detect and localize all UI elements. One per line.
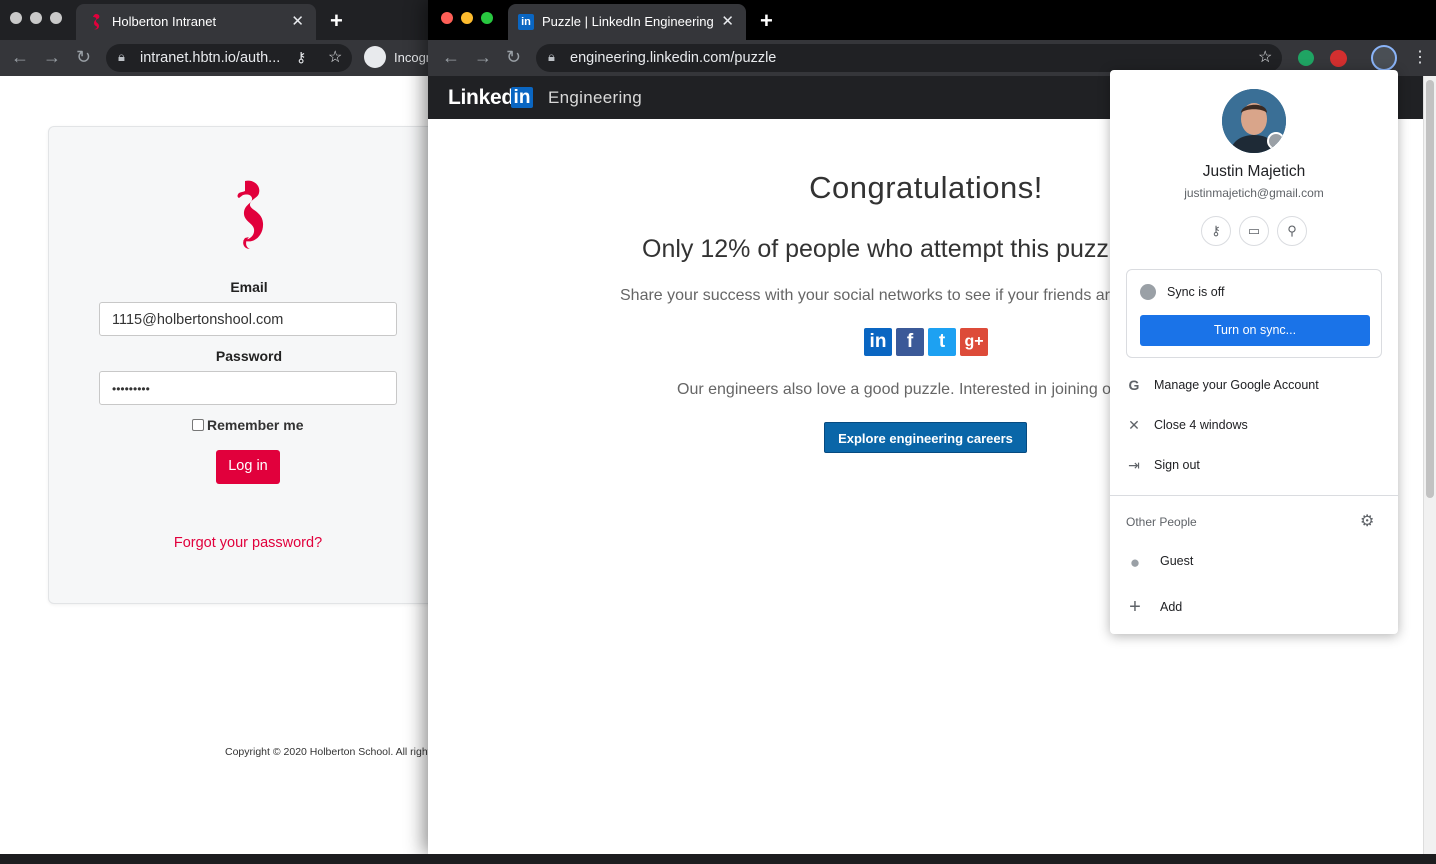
profile-email: justinmajetich@gmail.com: [1184, 186, 1324, 200]
tab-linkedin-puzzle[interactable]: in Puzzle | LinkedIn Engineering ✕: [508, 4, 746, 40]
lock-icon: 🔒︎: [118, 49, 125, 64]
add-profile-item[interactable]: + Add: [1110, 590, 1398, 626]
zoom-window-button[interactable]: [50, 12, 62, 24]
password-label: Password: [215, 348, 283, 364]
sign-out-label: Sign out: [1154, 458, 1200, 472]
desktop-dock-strip: [0, 854, 1436, 864]
checkbox-icon[interactable]: [192, 419, 204, 431]
more-menu-icon[interactable]: ⋮: [1412, 47, 1428, 67]
copyright-text: Copyright © 2020 Holberton School. All r…: [225, 746, 431, 758]
url-text: intranet.hbtn.io/auth...: [140, 50, 281, 66]
new-tab-button[interactable]: +: [760, 8, 773, 34]
sync-status-text: Sync is off: [1167, 285, 1225, 299]
puzzle-stat-subheading: Only 12% of people who attempt this puzz…: [642, 235, 1129, 263]
tab-title: Holberton Intranet: [112, 14, 217, 29]
email-label: Email: [230, 279, 268, 295]
tab-holberton-intranet[interactable]: Holberton Intranet ✕: [76, 4, 316, 40]
scrollbar-thumb[interactable]: [1426, 80, 1434, 498]
sign-out-icon: ⇥: [1128, 457, 1140, 473]
bookmark-star-icon[interactable]: ☆: [1258, 47, 1272, 67]
add-plus-icon: +: [1129, 596, 1141, 618]
tab-strip: Holberton Intranet ✕ +: [0, 0, 440, 40]
sync-off-icon: [1140, 284, 1156, 300]
facebook-share-icon[interactable]: f: [896, 328, 924, 356]
bookmark-star-icon[interactable]: ☆: [328, 47, 342, 67]
close-tab-icon[interactable]: ✕: [291, 12, 304, 30]
guest-label: Guest: [1160, 554, 1194, 568]
guest-person-icon: ●: [1129, 553, 1141, 572]
profile-avatar-button[interactable]: [1371, 45, 1397, 71]
tab-strip: in Puzzle | LinkedIn Engineering ✕ +: [428, 0, 1436, 40]
login-card: Email 1115@holbertonshool.com Password •…: [48, 126, 440, 604]
close-icon: ✕: [1128, 417, 1140, 433]
person-photo-icon: [1222, 89, 1286, 153]
profile-menu-popup: Justin Majetich justinmajetich@gmail.com…: [1110, 70, 1398, 634]
holberton-browser-window: Holberton Intranet ✕ + ← → ↻ 🔒︎ intranet…: [0, 0, 440, 864]
extension-green-icon[interactable]: [1298, 50, 1314, 66]
browser-toolbar: ← → ↻ 🔒︎ intranet.hbtn.io/auth... ⚷ ☆ In…: [0, 40, 440, 76]
reload-icon[interactable]: ↻: [76, 47, 91, 68]
engineering-label: Engineering: [548, 88, 643, 107]
linkedin-favicon-icon: in: [518, 14, 534, 30]
back-arrow-icon[interactable]: ←: [442, 47, 460, 68]
guest-profile-item[interactable]: ● Guest: [1110, 544, 1398, 580]
extension-red-icon[interactable]: [1330, 50, 1347, 67]
turn-on-sync-button[interactable]: Turn on sync...: [1140, 315, 1370, 346]
engineering-interest-text: Our engineers also love a good puzzle. I…: [677, 381, 1112, 398]
gear-icon[interactable]: ⚙: [1360, 511, 1374, 531]
popup-divider: [1110, 495, 1398, 496]
google-g-icon: G: [1128, 377, 1140, 393]
manage-google-account-item[interactable]: G Manage your Google Account: [1110, 368, 1398, 404]
url-text: engineering.linkedin.com/puzzle: [570, 50, 777, 66]
close-windows-item[interactable]: ✕ Close 4 windows: [1110, 408, 1398, 444]
close-window-button[interactable]: [10, 12, 22, 24]
password-field[interactable]: •••••••••: [99, 371, 397, 405]
google-plus-share-icon[interactable]: g+: [960, 328, 988, 356]
email-field[interactable]: 1115@holbertonshool.com: [99, 302, 397, 336]
seahorse-favicon-icon: [93, 14, 100, 30]
payment-card-icon[interactable]: ▭: [1239, 216, 1269, 246]
remember-me-checkbox[interactable]: Remember me: [192, 417, 304, 433]
holberton-seahorse-logo: [237, 180, 264, 249]
reload-icon[interactable]: ↻: [506, 47, 521, 68]
sign-out-item[interactable]: ⇥ Sign out: [1110, 448, 1398, 484]
forward-arrow-icon[interactable]: →: [43, 47, 61, 68]
address-bar[interactable]: 🔒︎ intranet.hbtn.io/auth... ⚷ ☆: [106, 44, 352, 72]
tab-title: Puzzle | LinkedIn Engineering: [542, 14, 714, 29]
profile-name: Justin Majetich: [1202, 163, 1306, 180]
share-text: Share your success with your social netw…: [620, 287, 1110, 304]
address-bar[interactable]: 🔒︎ engineering.linkedin.com/puzzle ☆: [536, 44, 1282, 72]
close-tab-icon[interactable]: ✕: [721, 12, 734, 30]
close-window-button[interactable]: [441, 12, 453, 24]
key-icon[interactable]: ⚷: [296, 49, 306, 66]
linkedin-logo-text[interactable]: Linked: [448, 86, 514, 110]
new-tab-button[interactable]: +: [330, 8, 343, 34]
forgot-password-link[interactable]: Forgot your password?: [49, 535, 440, 551]
forward-arrow-icon[interactable]: →: [474, 47, 492, 68]
twitter-share-icon[interactable]: t: [928, 328, 956, 356]
add-label: Add: [1160, 600, 1183, 614]
minimize-window-button[interactable]: [30, 12, 42, 24]
minimize-window-button[interactable]: [461, 12, 473, 24]
remember-me-label: Remember me: [207, 417, 304, 433]
login-button[interactable]: Log in: [216, 450, 280, 484]
explore-careers-button[interactable]: Explore engineering careers: [824, 422, 1027, 453]
close-windows-label: Close 4 windows: [1154, 418, 1248, 432]
other-people-label: Other People: [1126, 515, 1197, 529]
incognito-icon: [364, 46, 386, 68]
back-arrow-icon[interactable]: ←: [11, 47, 29, 68]
page-scrollbar[interactable]: [1423, 76, 1436, 854]
linkedin-share-icon[interactable]: in: [864, 328, 892, 356]
lock-icon: 🔒︎: [548, 49, 555, 64]
manage-account-label: Manage your Google Account: [1154, 378, 1319, 392]
linkedin-logo-in: in: [511, 87, 533, 108]
profile-avatar: [1222, 89, 1286, 153]
sync-box: Sync is off Turn on sync...: [1126, 269, 1382, 358]
zoom-window-button[interactable]: [481, 12, 493, 24]
addresses-location-icon[interactable]: ⚲: [1277, 216, 1307, 246]
passwords-key-icon[interactable]: ⚷: [1201, 216, 1231, 246]
